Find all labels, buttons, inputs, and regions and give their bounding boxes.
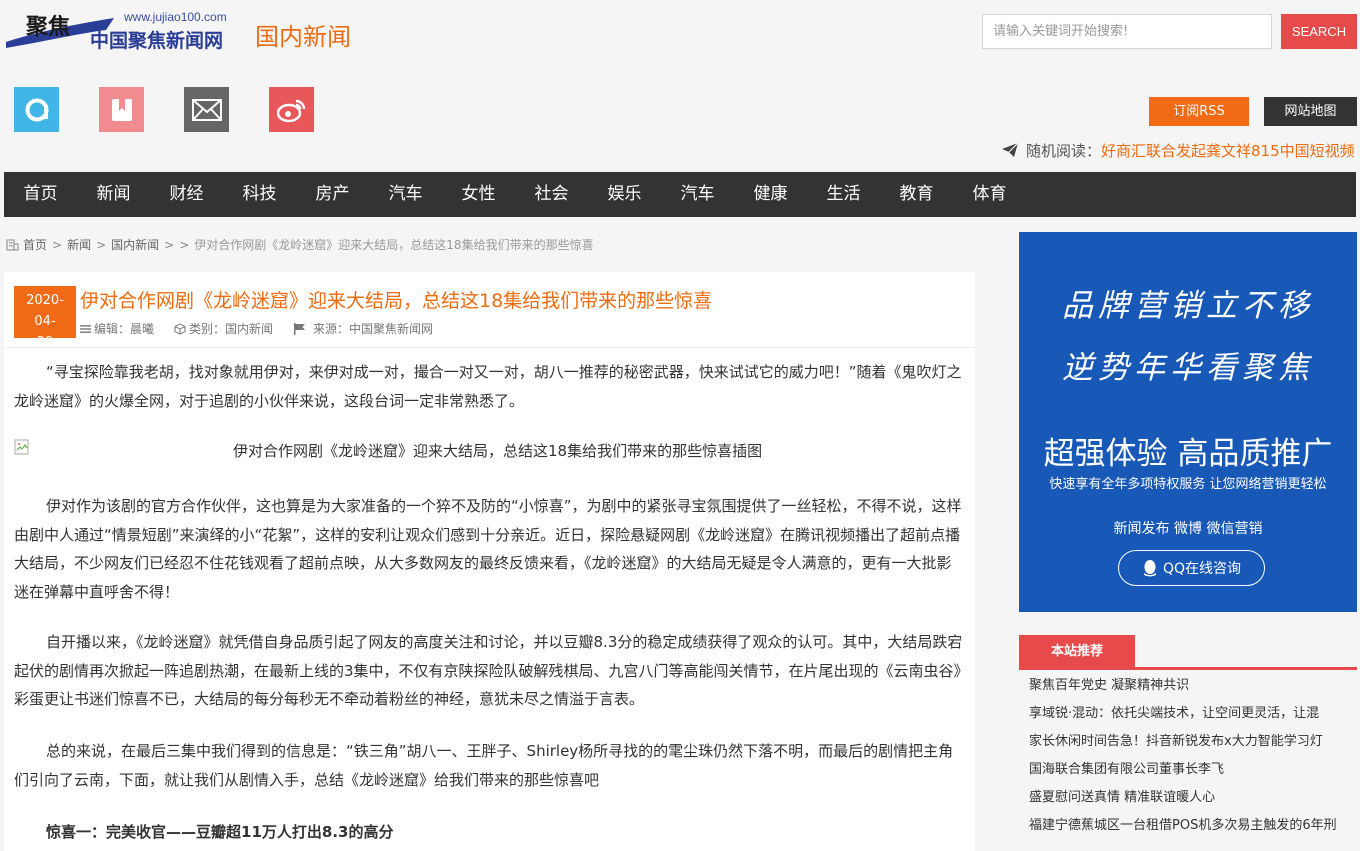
article-paragraph: “寻宝探险靠我老胡，找对象就用伊对，来伊对成一对，撮合一对又一对，胡八一推荐的秘… <box>14 363 962 410</box>
nav-item-life[interactable]: 生活 <box>807 172 880 217</box>
random-read-label: 随机阅读： <box>1026 141 1102 160</box>
social-mail-button[interactable] <box>184 87 229 132</box>
article-paragraph: 伊对作为该剧的官方合作伙伴，这也算是为大家准备的一个猝不及防的“小惊喜”，为剧中… <box>14 497 962 601</box>
a-icon <box>25 98 48 121</box>
logo-url: www.jujiao100.com <box>124 10 227 24</box>
social-bookmark-button[interactable] <box>99 87 144 132</box>
logo-name: 中国聚焦新闻网 <box>90 30 224 52</box>
random-read-link[interactable]: 好商汇联合发起龚文祥815中国短视频 <box>1101 140 1355 161</box>
main-nav: 首页 新闻 财经 科技 房产 汽车 女性 社会 娱乐 汽车 健康 生活 教育 体… <box>4 172 1356 217</box>
nav-item-sports[interactable]: 体育 <box>953 172 1026 217</box>
meta-editor: 编辑：晨曦 <box>80 320 154 337</box>
nav-item-home[interactable]: 首页 <box>4 172 77 217</box>
recommend-item[interactable]: 聚焦百年党史 凝聚精神共识 <box>1029 672 1355 700</box>
breadcrumb-current: 伊对合作网剧《龙岭迷窟》迎来大结局，总结这18集给我们带来的那些惊喜 <box>194 238 594 252</box>
nav-item-auto[interactable]: 汽车 <box>369 172 442 217</box>
site-header: 聚焦 www.jujiao100.com 中国聚焦新闻网 国内新闻 SEARCH <box>0 0 1360 62</box>
building-icon <box>6 239 19 251</box>
site-logo[interactable]: 聚焦 www.jujiao100.com 中国聚焦新闻网 <box>6 8 236 58</box>
article-paragraph: 总的来说，在最后三集中我们得到的信息是：“铁三角”胡八一、王胖子、Shirley… <box>14 742 954 789</box>
article-paragraph: 自开播以来，《龙岭迷窟》就凭借自身品质引起了网友的高度关注和讨论，并以豆瓣8.3… <box>14 633 963 708</box>
article-title: 伊对合作网剧《龙岭迷窟》迎来大结局，总结这18集给我们带来的那些惊喜 <box>80 290 713 312</box>
breadcrumb-home[interactable]: 首页 <box>23 236 47 253</box>
nav-item-society[interactable]: 社会 <box>515 172 588 217</box>
recommend-list: 聚焦百年党史 凝聚精神共识 享域锐·混动：依托尖端技术，让空间更灵活，让混 家长… <box>1029 672 1355 840</box>
breadcrumb: 首页 > 新闻 > 国内新闻 > > 伊对合作网剧《龙岭迷窟》迎来大结局，总结这… <box>6 236 594 253</box>
sidebar-ad[interactable]: 品牌营销立不移 逆势年华看聚焦 超强体验 高品质推广 快速享有全年多项特权服务 … <box>1019 232 1357 612</box>
image-caption: 伊对合作网剧《龙岭迷窟》迎来大结局，总结这18集给我们带来的那些惊喜插图 <box>233 442 763 460</box>
search-button[interactable]: SEARCH <box>1281 14 1357 49</box>
broken-image-icon <box>14 439 29 455</box>
social-a-button[interactable] <box>14 87 59 132</box>
qq-consult-button[interactable]: QQ在线咨询 <box>1118 550 1265 586</box>
recommend-item[interactable]: 国海联合集团有限公司董事长李飞 <box>1029 756 1355 784</box>
nav-item-tech[interactable]: 科技 <box>223 172 296 217</box>
ad-calligraphy-line: 品牌营销立不移 <box>1062 288 1314 324</box>
article-meta: 编辑：晨曦 类别：国内新闻 来源：中国聚焦新闻网 <box>80 320 453 337</box>
ad-subline: 快速享有全年多项特权服务 让您网络营销更轻松 <box>1049 477 1327 492</box>
nav-item-finance[interactable]: 财经 <box>150 172 223 217</box>
article: 2020-04- 29 17:35 伊对合作网剧《龙岭迷窟》迎来大结局，总结这1… <box>4 272 975 851</box>
list-icon <box>80 324 91 333</box>
nav-item-realestate[interactable]: 房产 <box>296 172 369 217</box>
random-read: 随机阅读： 好商汇联合发起龚文祥815中国短视频 <box>1002 140 1355 160</box>
section-title: 国内新闻 <box>255 23 351 51</box>
nav-item-news[interactable]: 新闻 <box>77 172 150 217</box>
bookmark-icon <box>111 98 132 121</box>
weibo-icon <box>276 99 305 122</box>
nav-item-education[interactable]: 教育 <box>880 172 953 217</box>
recommend-header: 本站推荐 <box>1019 635 1357 670</box>
nav-item-auto-2[interactable]: 汽车 <box>661 172 734 217</box>
ad-calligraphy-line: 逆势年华看聚焦 <box>1062 350 1314 386</box>
nav-item-women[interactable]: 女性 <box>442 172 515 217</box>
paper-plane-icon <box>1002 143 1018 157</box>
recommend-title: 本站推荐 <box>1019 635 1135 668</box>
breadcrumb-domestic[interactable]: 国内新闻 <box>111 236 159 253</box>
sitemap-button[interactable]: 网站地图 <box>1264 97 1357 126</box>
mail-icon <box>191 98 222 121</box>
date-badge: 2020-04- 29 17:35 <box>14 286 76 371</box>
nav-item-entertainment[interactable]: 娱乐 <box>588 172 661 217</box>
flag-icon <box>294 322 306 335</box>
cube-icon <box>174 322 186 335</box>
nav-item-health[interactable]: 健康 <box>734 172 807 217</box>
article-subheading: 惊喜一：完美收官——豆瓣超11万人打出8.3的高分 <box>46 823 394 841</box>
ad-services: 新闻发布 微博 微信营销 <box>1113 521 1263 537</box>
rss-button[interactable]: 订阅RSS <box>1149 97 1249 126</box>
social-weibo-button[interactable] <box>269 87 314 132</box>
recommend-item[interactable]: 享域锐·混动：依托尖端技术，让空间更灵活，让混 <box>1029 700 1355 728</box>
search-input[interactable] <box>982 14 1272 49</box>
breadcrumb-news[interactable]: 新闻 <box>67 236 91 253</box>
svg-text:聚焦: 聚焦 <box>25 14 70 40</box>
meta-source: 来源：中国聚焦新闻网 <box>293 320 433 337</box>
meta-category: 类别：国内新闻 <box>174 320 273 337</box>
divider <box>4 347 975 348</box>
qq-icon <box>1143 560 1156 577</box>
ad-headline: 超强体验 高品质推广 <box>1043 436 1333 472</box>
recommend-item[interactable]: 家长休闲时间告急！抖音新锐发布x大力智能学习灯 <box>1029 728 1355 756</box>
recommend-item[interactable]: 盛夏慰问送真情 精准联谊暖人心 <box>1029 784 1355 812</box>
recommend-item[interactable]: 福建宁德蕉城区一台租借POS机多次易主触发的6年刑 <box>1029 812 1355 840</box>
